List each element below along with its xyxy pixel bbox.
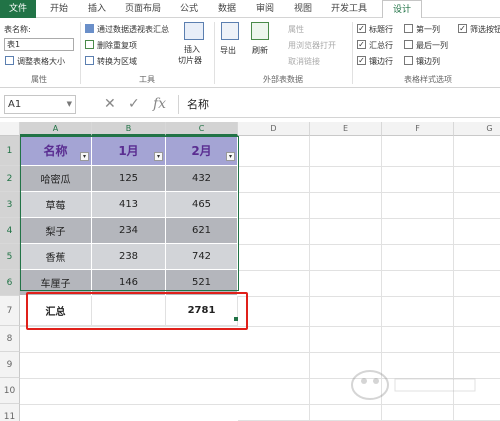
refresh-button[interactable]: 刷新: [252, 45, 268, 56]
enter-icon[interactable]: ✓: [128, 95, 140, 114]
row-header[interactable]: 3: [0, 192, 20, 218]
gridline: [238, 296, 500, 297]
row-header[interactable]: 1: [0, 136, 20, 166]
remove-duplicates-icon: [85, 40, 94, 49]
insert-slicer-label-1[interactable]: 插入: [184, 44, 200, 55]
first-column-label: 第一列: [416, 25, 440, 34]
tab-review[interactable]: 审阅: [248, 0, 282, 18]
insert-function-icon[interactable]: fx: [153, 95, 166, 114]
column-header[interactable]: F: [382, 122, 454, 136]
ribbon: 表名称: 表1 调整表格大小 属性 通过数据透视表汇总 删除重复项 转换为区域 …: [0, 18, 500, 88]
resize-table-icon: [5, 56, 14, 65]
formula-bar: A1 ▼ ✕ ✓ fx 名称: [0, 91, 500, 118]
ribbon-tabbar: 文件 开始 插入 页面布局 公式 数据 审阅 视图 开发工具 设计: [0, 0, 500, 19]
gridline: [238, 218, 500, 219]
filter-button-label: 筛选按钮: [470, 25, 500, 34]
row-header[interactable]: 7: [0, 296, 20, 326]
banded-columns-label: 镶边列: [416, 57, 440, 66]
group-label-properties: 属性: [31, 75, 47, 84]
last-column-checkbox[interactable]: [404, 40, 413, 49]
gridline: [20, 352, 500, 353]
chevron-down-icon[interactable]: ▼: [67, 96, 72, 113]
first-column-checkbox[interactable]: [404, 24, 413, 33]
pivot-summary-button[interactable]: 通过数据透视表汇总: [97, 24, 169, 35]
column-header[interactable]: G: [454, 122, 500, 136]
cell-reference: A1: [8, 99, 22, 110]
row-header[interactable]: 6: [0, 270, 20, 296]
formula-input[interactable]: 名称: [178, 95, 496, 114]
banded-rows-label: 镶边行: [369, 57, 393, 66]
row-header[interactable]: 4: [0, 218, 20, 244]
tab-insert[interactable]: 插入: [80, 0, 114, 18]
cancel-icon[interactable]: ✕: [104, 95, 116, 114]
column-header[interactable]: B: [92, 122, 166, 136]
total-row-label: 汇总行: [369, 41, 393, 50]
total-row-checkbox[interactable]: ✓: [357, 40, 366, 49]
tab-page-layout[interactable]: 页面布局: [118, 0, 168, 18]
refresh-icon: [251, 22, 269, 40]
open-in-browser-button[interactable]: 用浏览器打开: [288, 40, 336, 51]
group-separator: [352, 22, 353, 84]
export-button[interactable]: 导出: [220, 45, 236, 56]
column-header[interactable]: C: [166, 122, 238, 136]
header-row-label: 标题行: [369, 25, 393, 34]
group-separator: [80, 22, 81, 84]
header-row-checkbox[interactable]: ✓: [357, 24, 366, 33]
export-icon: [221, 22, 239, 40]
pivot-icon: [85, 24, 94, 33]
tab-file[interactable]: 文件: [0, 0, 36, 18]
gridline: [238, 244, 500, 245]
table-selection-border: [20, 136, 239, 291]
excel-window: 文件 开始 插入 页面布局 公式 数据 审阅 视图 开发工具 设计 表名称: 表…: [0, 0, 500, 421]
column-header[interactable]: A: [20, 122, 92, 136]
group-label-tools: 工具: [139, 75, 155, 84]
table-properties-button[interactable]: 属性: [288, 24, 304, 35]
tab-view[interactable]: 视图: [286, 0, 320, 18]
remove-duplicates-button[interactable]: 删除重复项: [97, 40, 137, 51]
gridline: [238, 166, 500, 167]
select-all-corner[interactable]: [0, 122, 20, 136]
banded-rows-checkbox[interactable]: ✓: [357, 56, 366, 65]
tab-formulas[interactable]: 公式: [172, 0, 206, 18]
insert-slicer-label-2[interactable]: 切片器: [178, 55, 202, 66]
tab-design[interactable]: 设计: [382, 0, 422, 19]
group-label-style-options: 表格样式选项: [404, 75, 452, 84]
tab-home[interactable]: 开始: [42, 0, 76, 18]
banded-columns-checkbox[interactable]: [404, 56, 413, 65]
watermark-logo: [351, 370, 476, 400]
gridline: [238, 192, 500, 193]
group-label-external: 外部表数据: [263, 75, 303, 84]
convert-to-range-button[interactable]: 转换为区域: [97, 56, 137, 67]
column-header[interactable]: E: [310, 122, 382, 136]
row-header[interactable]: 10: [0, 378, 20, 404]
table-resize-handle[interactable]: [234, 317, 238, 321]
tab-developer[interactable]: 开发工具: [324, 0, 374, 18]
row-header[interactable]: 11: [0, 404, 20, 421]
table-name-input[interactable]: 表1: [4, 38, 74, 51]
column-header[interactable]: D: [238, 122, 310, 136]
filter-button-checkbox[interactable]: ✓: [458, 24, 467, 33]
slicer-icon: [184, 22, 204, 40]
row-header[interactable]: 9: [0, 352, 20, 378]
convert-range-icon: [85, 56, 94, 65]
last-column-label: 最后一列: [416, 41, 448, 50]
unlink-button[interactable]: 取消链接: [288, 56, 320, 67]
row-header[interactable]: 2: [0, 166, 20, 192]
group-separator: [214, 22, 215, 84]
gridline: [238, 270, 500, 271]
name-box[interactable]: A1 ▼: [4, 95, 76, 114]
row-header[interactable]: 5: [0, 244, 20, 270]
tab-data[interactable]: 数据: [210, 0, 244, 18]
resize-table-button[interactable]: 调整表格大小: [17, 56, 65, 67]
row-header[interactable]: 8: [0, 326, 20, 352]
highlight-box: [26, 292, 248, 330]
table-name-label: 表名称:: [4, 25, 31, 34]
